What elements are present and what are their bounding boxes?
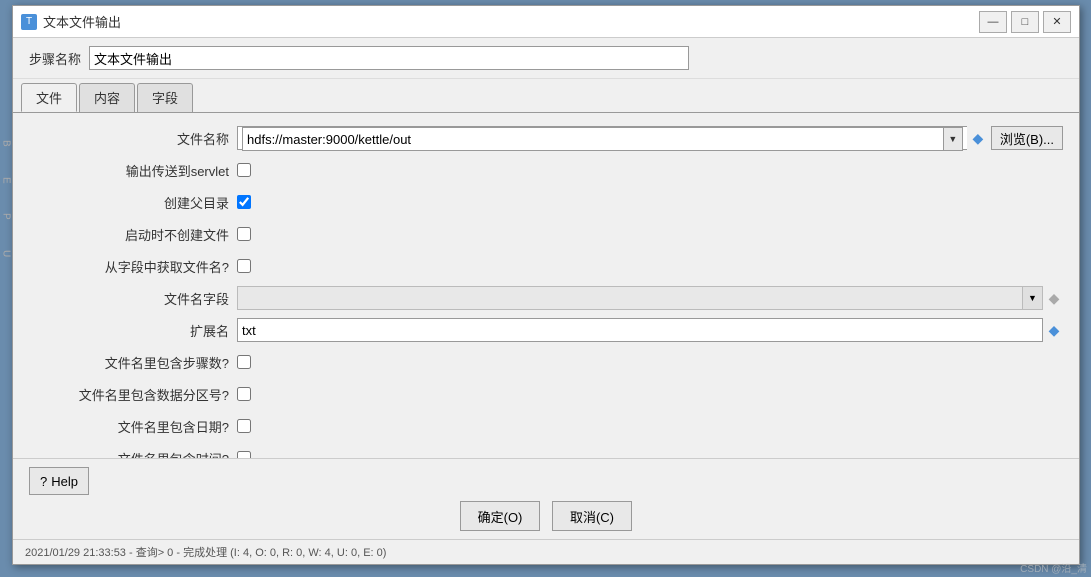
include-stepnr-label: 文件名里包含步骤数? [29,353,229,372]
extension-diamond-icon[interactable]: ◆ [1045,318,1063,342]
browse-button[interactable]: 浏览(B)... [991,126,1063,150]
extension-row: 扩展名 ◆ [29,317,1063,343]
step-name-input[interactable] [89,46,689,70]
bottom-bar: ? Help 确定(O) 取消(C) [13,458,1079,539]
minimize-button[interactable]: — [979,11,1007,33]
help-bar: ? Help [29,467,1063,495]
include-partnr-row: 文件名里包含数据分区号? [29,381,1063,407]
status-text: 2021/01/29 21:33:53 - 查询> 0 - 完成处理 (I: 4… [25,547,386,559]
include-time-checkbox[interactable] [237,451,251,458]
no-create-label: 启动时不创建文件 [29,225,229,244]
include-date-label: 文件名里包含日期? [29,417,229,436]
window-title: 文本文件输出 [43,12,979,31]
help-button[interactable]: ? Help [29,467,89,495]
no-create-checkbox[interactable] [237,227,251,241]
include-date-row: 文件名里包含日期? [29,413,1063,439]
help-icon: ? [40,474,47,489]
include-partnr-label: 文件名里包含数据分区号? [29,385,229,404]
include-time-row: 文件名里包含时间? [29,445,1063,458]
maximize-button[interactable]: □ [1011,11,1039,33]
watermark: CSDN @沿_清 [1020,560,1087,575]
title-bar: T 文本文件输出 — □ ✕ [13,6,1079,38]
create-parent-label: 创建父目录 [29,193,229,212]
extension-input[interactable] [237,318,1043,342]
include-time-label: 文件名里包含时间? [29,449,229,459]
no-create-row: 启动时不创建文件 [29,221,1063,247]
filename-field-input [237,286,1023,310]
filename-diamond-icon[interactable]: ◆ [969,126,987,150]
cancel-button[interactable]: 取消(C) [552,501,632,531]
bottom-actions: 确定(O) 取消(C) [29,501,1063,531]
sidebar-letter-e: E [1,177,12,184]
from-field-checkbox[interactable] [237,259,251,273]
sidebar-letter-b: B [1,140,12,147]
sidebar-letter-u: U [1,250,12,257]
filename-field-diamond-icon: ◆ [1045,286,1063,310]
include-date-checkbox[interactable] [237,419,251,433]
servlet-label: 输出传送到servlet [29,161,229,180]
filename-field-row: 文件名字段 ▼ ◆ [29,285,1063,311]
servlet-checkbox[interactable] [237,163,251,177]
tab-file[interactable]: 文件 [21,83,77,112]
include-partnr-checkbox[interactable] [237,387,251,401]
tab-content[interactable]: 内容 [79,83,135,112]
filename-input[interactable] [242,127,943,151]
from-field-row: 从字段中获取文件名? [29,253,1063,279]
create-parent-checkbox[interactable] [237,195,251,209]
filename-label: 文件名称 [29,129,229,148]
filename-dropdown-btn[interactable]: ▼ [943,127,963,151]
create-parent-row: 创建父目录 [29,189,1063,215]
include-stepnr-checkbox[interactable] [237,355,251,369]
filename-field-label: 文件名字段 [29,289,229,308]
tabs-bar: 文件 内容 字段 [13,79,1079,113]
extension-label: 扩展名 [29,321,229,340]
step-name-label: 步骤名称 [29,49,81,68]
window-icon: T [21,14,37,30]
window-controls: — □ ✕ [979,11,1071,33]
filename-row: 文件名称 ▼ ◆ 浏览(B)... [29,125,1063,151]
close-button[interactable]: ✕ [1043,11,1071,33]
help-label: Help [51,474,78,489]
main-content: 文件名称 ▼ ◆ 浏览(B)... 输出传送到servlet [13,113,1079,458]
status-bar: 2021/01/29 21:33:53 - 查询> 0 - 完成处理 (I: 4… [13,539,1079,564]
tab-fields[interactable]: 字段 [137,83,193,112]
left-sidebar: B E P U [0,140,12,257]
include-stepnr-row: 文件名里包含步骤数? [29,349,1063,375]
from-field-label: 从字段中获取文件名? [29,257,229,276]
filename-field-dropdown-btn: ▼ [1023,286,1043,310]
sidebar-letter-p: P [1,213,12,220]
servlet-row: 输出传送到servlet [29,157,1063,183]
step-name-row: 步骤名称 [13,38,1079,79]
ok-button[interactable]: 确定(O) [460,501,540,531]
